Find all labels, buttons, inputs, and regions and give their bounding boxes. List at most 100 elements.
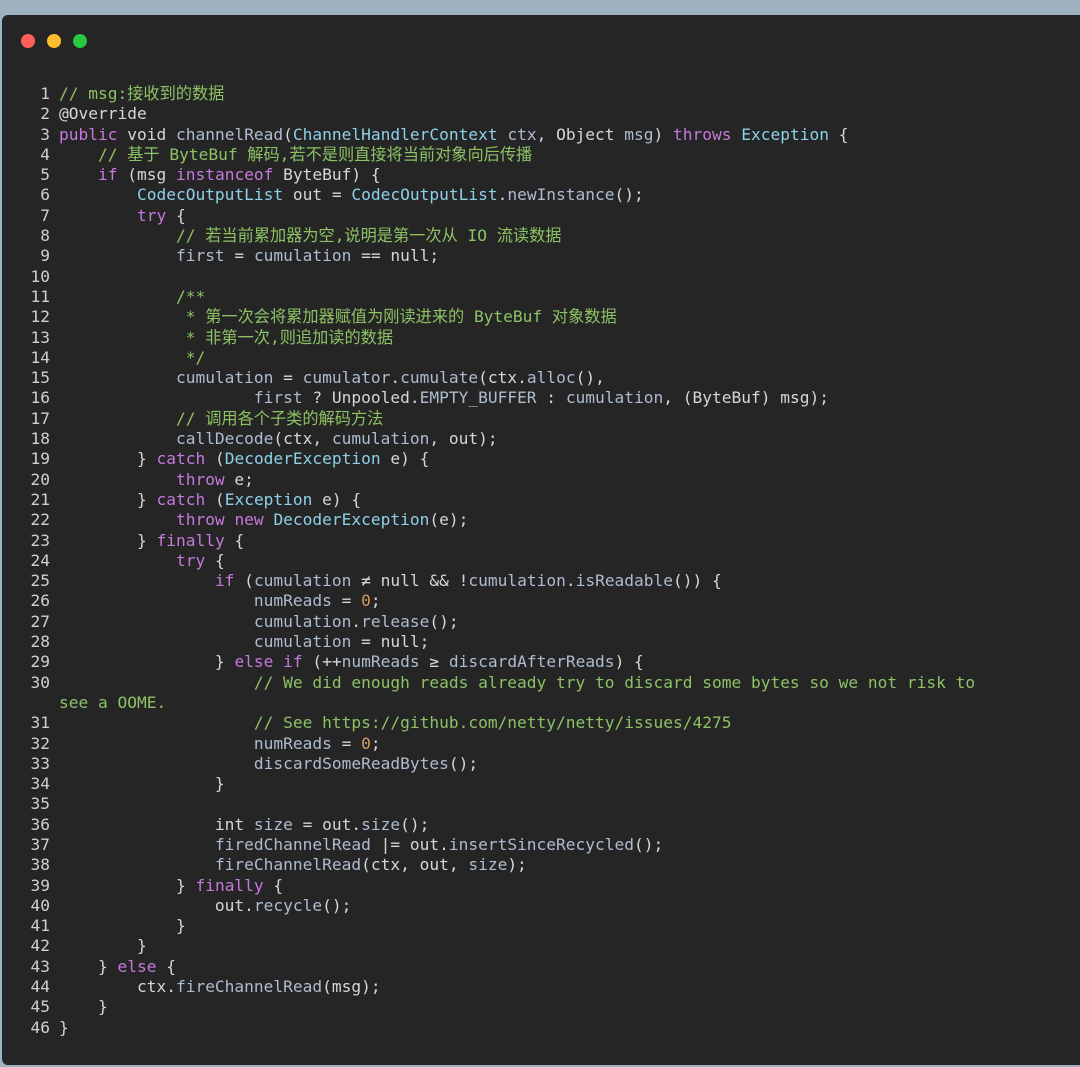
- code-token: DecoderException: [273, 510, 430, 530]
- code-token: .: [497, 185, 508, 205]
- code-token: (: [234, 571, 254, 591]
- code-line: 33 discardSomeReadBytes();: [2, 754, 1080, 774]
- code-token: finally: [156, 530, 225, 550]
- line-number: 9: [40, 246, 50, 266]
- line-text: public void channelRead(ChannelHandlerCo…: [59, 125, 849, 145]
- code-token: =: [273, 368, 303, 388]
- line-number: 45: [30, 997, 51, 1017]
- close-button[interactable]: [21, 34, 35, 48]
- code-token: (e);: [429, 510, 469, 530]
- code-comment: // 若当前累加器为空,说明是第一次从 IO 流读数据: [175, 226, 562, 246]
- line-text: // We did enough reads already try to di…: [59, 673, 975, 693]
- code-token: (ctx,: [273, 429, 332, 449]
- line-text: } else if (++numReads ≥ discardAfterRead…: [59, 652, 644, 672]
- code-token: else if: [234, 652, 303, 672]
- line-number: 6: [40, 185, 50, 205]
- code-token: void: [117, 124, 176, 144]
- code-line: 38 fireChannelRead(ctx, out, size);: [2, 855, 1080, 875]
- line-number: 42: [30, 936, 51, 956]
- code-token: finally: [195, 875, 264, 895]
- line-text: discardSomeReadBytes();: [59, 754, 478, 774]
- line-text: // 若当前累加器为空,说明是第一次从 IO 流读数据: [59, 226, 562, 246]
- minimize-button[interactable]: [47, 34, 61, 48]
- code-token: {: [829, 124, 849, 144]
- code-line: 23 } finally {: [2, 531, 1080, 551]
- code-token: first: [253, 388, 303, 408]
- line-number: 10: [30, 266, 51, 286]
- code-line: 3 public void channelRead(ChannelHandlerC…: [2, 125, 1080, 145]
- code-token: cumulate: [400, 368, 479, 388]
- code-line: 5 if (msg instanceof ByteBuf) {: [2, 165, 1080, 185]
- code-line: 12 * 第一次会将累加器赋值为刚读进来的 ByteBuf 对象数据: [2, 307, 1080, 327]
- code-comment: * 第一次会将累加器赋值为刚读进来的 ByteBuf 对象数据: [185, 307, 617, 327]
- line-text: }: [59, 936, 147, 956]
- line-number: 13: [30, 327, 51, 347]
- code-token: channelRead: [175, 124, 284, 144]
- code-token: =: [224, 246, 254, 266]
- code-token: isReadable: [575, 571, 674, 591]
- code-token: out =: [283, 185, 352, 205]
- code-line: 16 first ? Unpooled.EMPTY_BUFFER : cumul…: [2, 388, 1080, 408]
- code-token: cumulation: [253, 632, 352, 652]
- code-comment: // 基于 ByteBuf 解码,若不是则直接将当前对象向后传播: [97, 144, 533, 164]
- code-token: ();: [634, 834, 664, 854]
- code-token: , out);: [429, 429, 498, 449]
- code-token: cumulation: [565, 388, 664, 408]
- line-text: out.recycle();: [59, 896, 351, 916]
- code-token: ();: [429, 611, 459, 631]
- code-token: recycle: [253, 895, 323, 915]
- code-line: 25 if (cumulation ≠ null && !cumulation.…: [2, 571, 1080, 591]
- line-number: 40: [30, 895, 51, 915]
- code-line: 30 // We did enough reads already try to…: [2, 673, 1080, 693]
- code-token: 0: [361, 591, 371, 611]
- code-token: );: [507, 855, 527, 875]
- line-text: // 基于 ByteBuf 解码,若不是则直接将当前对象向后传播: [59, 145, 532, 165]
- line-text: try {: [59, 206, 186, 226]
- code-token: (: [205, 489, 225, 509]
- code-line: 17 // 调用各个子类的解码方法: [2, 409, 1080, 429]
- line-number: 18: [30, 429, 51, 449]
- code-token: (msg);: [322, 977, 381, 997]
- code-line: 46}: [2, 1018, 1080, 1038]
- code-token: }: [59, 956, 118, 976]
- line-number: 43: [30, 956, 51, 976]
- code-token: ();: [448, 753, 479, 773]
- code-token: release: [361, 611, 430, 631]
- code-comment: // We did enough reads already try to di…: [253, 672, 976, 692]
- zoom-button[interactable]: [73, 34, 87, 48]
- line-number: 12: [30, 307, 51, 327]
- code-token: newInstance: [507, 185, 615, 205]
- line-text: firedChannelRead |= out.insertSinceRecyc…: [59, 835, 663, 855]
- line-number: 38: [30, 855, 51, 875]
- code-token: firedChannelRead: [214, 834, 371, 854]
- line-number: 7: [40, 205, 50, 225]
- code-token: :: [536, 388, 566, 408]
- line-number: 15: [30, 368, 51, 388]
- code-token: ≥: [419, 652, 449, 672]
- code-token: fireChannelRead: [175, 977, 323, 997]
- line-number: 33: [30, 753, 51, 773]
- code-token: }: [59, 997, 108, 1017]
- code-token: ) {: [614, 652, 644, 672]
- code-comment: // msg:接收到的数据: [59, 84, 225, 103]
- line-text: @Override: [59, 104, 147, 124]
- line-number: 30: [30, 672, 51, 692]
- code-token: ByteBuf) {: [273, 165, 381, 185]
- line-text: cumulation = null;: [59, 632, 429, 652]
- code-line: 42 }: [2, 936, 1080, 956]
- code-token: cumulation: [253, 571, 352, 591]
- code-line: 10: [2, 267, 1080, 287]
- code-line: 35: [2, 794, 1080, 814]
- code-token: try: [175, 550, 206, 570]
